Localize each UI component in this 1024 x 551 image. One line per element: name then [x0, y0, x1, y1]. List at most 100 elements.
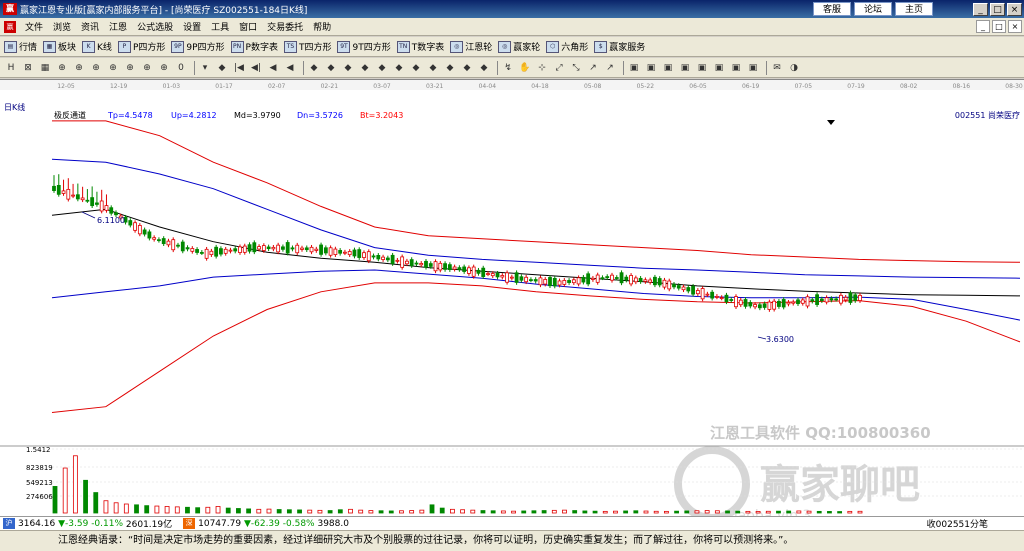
draw-tool-icon[interactable]: ✉	[770, 61, 784, 75]
draw-tool-icon[interactable]: ▣	[695, 61, 709, 75]
draw-tool-icon[interactable]: ◀|	[249, 61, 263, 75]
draw-tool-icon[interactable]: ▣	[627, 61, 641, 75]
draw-tool-icon[interactable]: ⤡	[569, 61, 583, 75]
draw-tool-icon[interactable]: 0	[174, 61, 188, 75]
menu-trade[interactable]: 交易委托	[262, 20, 308, 33]
forum-link[interactable]: 论坛	[854, 2, 892, 16]
candle-body	[777, 300, 781, 307]
child-minimize-button[interactable]: _	[976, 20, 990, 33]
draw-tool-icon[interactable]: ▣	[746, 61, 760, 75]
close-button[interactable]: ×	[1007, 2, 1022, 16]
toolbar-button-6[interactable]: TS T四方形	[283, 40, 331, 53]
draw-tool-icon[interactable]: ◆	[358, 61, 372, 75]
draw-tool-icon[interactable]: ▣	[678, 61, 692, 75]
menu-help[interactable]: 帮助	[308, 20, 336, 33]
date-tick-label: 06-05	[689, 83, 707, 90]
toolbar-button-4[interactable]: 9P 9P四方形	[171, 40, 225, 53]
draw-tool-icon[interactable]: ◑	[787, 61, 801, 75]
draw-tool-icon[interactable]: |◀	[232, 61, 246, 75]
homepage-link[interactable]: 主页	[895, 2, 933, 16]
toolbar-button-1[interactable]: ▦ 板块	[43, 40, 76, 53]
draw-tool-icon[interactable]: ◆	[460, 61, 474, 75]
draw-tool-icon[interactable]: ▦	[38, 61, 52, 75]
draw-tool-icon[interactable]: ✋	[518, 61, 532, 75]
draw-tool-icon[interactable]: ↯	[501, 61, 515, 75]
shanghai-index[interactable]: 沪 3164.16 ▼-3.59 -0.11% 2601.19亿	[0, 517, 172, 530]
draw-tool-icon[interactable]: ◆	[324, 61, 338, 75]
date-tick-label: 02-07	[268, 83, 286, 90]
draw-tool-icon[interactable]: ⊕	[140, 61, 154, 75]
toolbar-button-10[interactable]: ◎ 赢家轮	[498, 40, 540, 53]
9p-square-icon: 9P	[171, 40, 185, 53]
kline-chart[interactable]: 12-05 12-19 01-03 01-17 02-07 02-21 03-07 03-21…	[0, 80, 1024, 517]
volume-bar	[765, 510, 771, 514]
maximize-button[interactable]: □	[990, 2, 1005, 16]
candle-body	[304, 247, 309, 251]
draw-tool-icon[interactable]: ◀	[266, 61, 280, 75]
candle-body	[357, 249, 362, 258]
draw-tool-icon[interactable]: ▣	[712, 61, 726, 75]
toolbar-button-12[interactable]: $ 赢家服务	[594, 40, 645, 53]
draw-tool-icon[interactable]: ◆	[215, 61, 229, 75]
draw-tool-icon[interactable]: ◆	[426, 61, 440, 75]
draw-tool-icon[interactable]: ⊕	[72, 61, 86, 75]
draw-tool-icon[interactable]: ◆	[409, 61, 423, 75]
draw-tool-icon[interactable]: ▣	[661, 61, 675, 75]
child-restore-button[interactable]: □	[992, 20, 1006, 33]
draw-tool-icon[interactable]: ▾	[198, 61, 212, 75]
volume-bar	[205, 506, 211, 514]
draw-tool-icon[interactable]: H	[4, 61, 18, 75]
volume-bar	[348, 508, 353, 514]
toolbar-button-3[interactable]: P P四方形	[117, 40, 165, 53]
draw-tool-icon[interactable]: ⊹	[535, 61, 549, 75]
draw-tool-icon[interactable]: ▣	[644, 61, 658, 75]
draw-tool-icon[interactable]: ⊕	[55, 61, 69, 75]
menu-news[interactable]: 资讯	[76, 20, 104, 33]
toolbar-button-5[interactable]: PN P数字表	[230, 40, 278, 53]
menu-formula-screen[interactable]: 公式选股	[132, 20, 178, 33]
toolbar-button-11[interactable]: ⬡ 六角形	[546, 40, 588, 53]
candle-body	[619, 272, 624, 284]
draw-tool-icon[interactable]: ◆	[375, 61, 389, 75]
draw-tool-icon[interactable]: ◀	[283, 61, 297, 75]
child-close-button[interactable]: ×	[1008, 20, 1022, 33]
minimize-button[interactable]: _	[973, 2, 988, 16]
candle-body	[95, 202, 99, 205]
menu-window[interactable]: 窗口	[234, 20, 262, 33]
candle-body	[247, 244, 252, 252]
tn-table-icon: TN	[396, 40, 410, 53]
hexagon-icon: ⬡	[546, 40, 560, 53]
candle-body	[457, 267, 462, 270]
draw-tool-icon[interactable]: ◆	[341, 61, 355, 75]
menu-file[interactable]: 文件	[20, 20, 48, 33]
candle-body	[409, 259, 414, 266]
shenzhen-index[interactable]: 深 10747.79 ▼-62.39 -0.58% 3988.0	[180, 518, 349, 529]
draw-tool-icon[interactable]: ◆	[443, 61, 457, 75]
toolbar-button-2[interactable]: K K线	[82, 40, 112, 53]
draw-tool-icon[interactable]: ↗	[603, 61, 617, 75]
toolbar-button-0[interactable]: ▤ 行情	[4, 40, 37, 53]
candle-body	[395, 259, 400, 262]
menu-settings[interactable]: 设置	[178, 20, 206, 33]
draw-tool-icon[interactable]: ⤢	[552, 61, 566, 75]
menu-gann[interactable]: 江恩	[104, 20, 132, 33]
draw-tool-icon[interactable]: ◆	[392, 61, 406, 75]
draw-tool-icon[interactable]: ⊕	[157, 61, 171, 75]
toolbar-button-7[interactable]: 9T 9T四方形	[337, 40, 391, 53]
menu-browse[interactable]: 浏览	[48, 20, 76, 33]
draw-tool-icon[interactable]: ⊕	[123, 61, 137, 75]
candle-body	[467, 267, 471, 274]
draw-tool-icon[interactable]: ↗	[586, 61, 600, 75]
customer-service-link[interactable]: 客服	[813, 2, 851, 16]
draw-tool-icon[interactable]: ▣	[729, 61, 743, 75]
toolbar-button-8[interactable]: TN T数字表	[396, 40, 444, 53]
draw-tool-icon[interactable]: ⊕	[89, 61, 103, 75]
kline-chart-area[interactable]: 12-05 12-19 01-03 01-17 02-07 02-21 03-07 03-21…	[0, 79, 1024, 517]
candle-body	[133, 222, 137, 231]
draw-tool-icon[interactable]: ◆	[477, 61, 491, 75]
draw-tool-icon[interactable]: ⊕	[106, 61, 120, 75]
menu-tools[interactable]: 工具	[206, 20, 234, 33]
draw-tool-icon[interactable]: ⊠	[21, 61, 35, 75]
toolbar-button-9[interactable]: ◎ 江恩轮	[450, 40, 492, 53]
draw-tool-icon[interactable]: ◆	[307, 61, 321, 75]
